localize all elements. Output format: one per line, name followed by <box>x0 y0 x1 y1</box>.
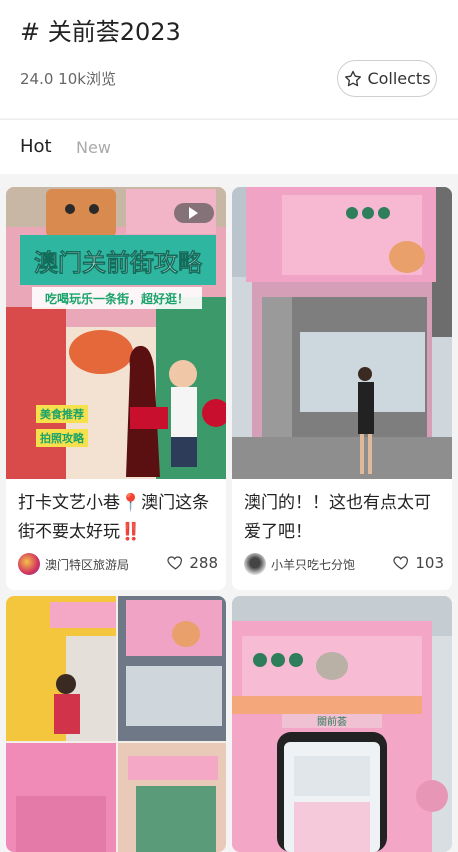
tab-hot[interactable]: Hot <box>20 136 52 157</box>
like-button[interactable]: 103 <box>392 553 444 572</box>
post-title[interactable]: 澳门的！！这也有点太可爱了吧！ <box>244 489 444 547</box>
post-card[interactable] <box>6 596 226 852</box>
image-tag-food: 美食推荐 <box>40 407 84 421</box>
phone-storefront-image: 關前荟 <box>232 596 452 852</box>
like-button[interactable]: 288 <box>166 553 218 572</box>
post-cover-image[interactable] <box>6 596 226 852</box>
post-meta: 澳门特区旅游局 288 <box>18 553 218 575</box>
star-icon <box>345 70 362 86</box>
post-author[interactable]: 小羊只吃七分饱 <box>271 556 355 573</box>
heart-icon <box>167 556 183 570</box>
post-cover-image[interactable]: 關前荟 <box>232 596 452 852</box>
heart-icon <box>393 556 409 570</box>
storefront-sign: 關前荟 <box>317 715 347 728</box>
image-subline: 吃喝玩乐一条街，超好逛！ <box>45 291 189 306</box>
image-tag-photo: 拍照攻略 <box>40 431 85 445</box>
post-cover-image[interactable] <box>232 187 452 479</box>
post-author[interactable]: 澳门特区旅游局 <box>45 556 129 573</box>
avatar[interactable] <box>244 553 266 575</box>
like-count: 288 <box>189 553 218 572</box>
page-header: # 关前荟2023 24.0 10k浏览 Collects <box>0 0 458 118</box>
collect-button-label: Collects <box>367 69 431 88</box>
image-headline: 澳门关前街攻略 <box>34 249 203 277</box>
page-title: # 关前荟2023 <box>20 18 181 46</box>
photo-collage-image <box>6 596 226 852</box>
like-count: 103 <box>415 553 444 572</box>
collect-button[interactable]: Collects <box>337 60 437 97</box>
post-card[interactable]: 澳门的！！这也有点太可爱了吧！ 小羊只吃七分饱 103 <box>232 187 452 590</box>
post-card[interactable]: 澳门关前街攻略 吃喝玩乐一条街，超好逛！ 美食推荐 拍照攻略 打卡文艺小巷📍澳门… <box>6 187 226 590</box>
post-meta: 小羊只吃七分饱 103 <box>244 553 444 575</box>
view-count: 24.0 10k浏览 <box>20 70 116 88</box>
pink-storefront-image <box>232 187 452 479</box>
post-title[interactable]: 打卡文艺小巷📍澳门这条街不要太好玩‼️ <box>18 489 218 547</box>
tab-new[interactable]: New <box>76 138 111 157</box>
post-card[interactable]: 關前荟 <box>232 596 452 852</box>
post-cover-image[interactable]: 澳门关前街攻略 吃喝玩乐一条街，超好逛！ 美食推荐 拍照攻略 <box>6 187 226 479</box>
avatar[interactable] <box>18 553 40 575</box>
street-guide-image: 澳门关前街攻略 吃喝玩乐一条街，超好逛！ 美食推荐 拍照攻略 <box>6 187 226 479</box>
tab-bar: Hot New <box>0 119 458 174</box>
